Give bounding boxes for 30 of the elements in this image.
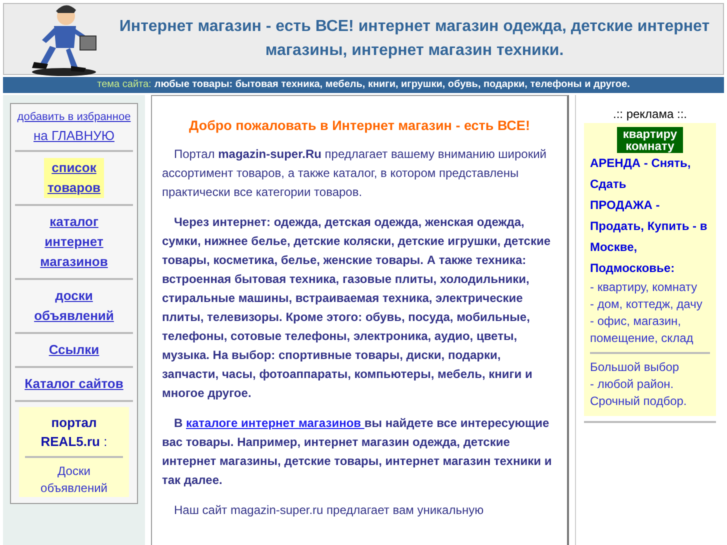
paragraph: Через интернет: одежда, детская одежда, женская одежда, сумки, нижнее белье, детские коляски, детские игрушки, детские товары, косметика, белье, женские товары. А также техника: встроенная бытовая техника, газовые плиты, холодильники, стиральные машины, встраиваемая техника, электрические плиты, телевизоры. Кроме этого: обувь, посуда, мобильные, телефоны, сотовые телефоны, электроника, аудио, цветы, музыка. На выбор: спортивные товары, диски, подарки, запчасти, часы, фотоаппараты, компьютеры, мебель, книги и многое другое. (162, 214, 552, 402)
apartment-banner[interactable]: квартиру комнату (616, 127, 684, 153)
ad-item: - офис, магазин, помещение, склад (590, 313, 694, 347)
topic-text: любые товары: бытовая техника, мебель, книги, игрушки, обувь, подарки, телефоны и другое. (154, 79, 630, 90)
ad-item: - квартиру, комнату (590, 279, 698, 296)
ad-headline: АРЕНДА - Снять, Сдать (590, 155, 692, 193)
portal-link[interactable]: Доски объявлений (34, 463, 114, 497)
home-link[interactable]: на ГЛАВНУЮ (34, 127, 114, 145)
portal-title: портал (51, 414, 97, 432)
welcome-heading: Добро пожаловать в Интернет магазин - есть ВСЕ! (188, 118, 531, 133)
ad-item: - дом, коттедж, дачу (590, 296, 704, 313)
ad-caption: .:: реклама ::. (612, 106, 688, 123)
paragraph: Портал magazin-super.Ru предлагает вашему вниманию широкий ассортимент товаров, а также каталог, в котором представлены практически все категории товаров. (162, 146, 548, 201)
site-title: Интернет магазин - есть ВСЕ! интернет магазин одежда, детские интернет магазины, интернет магазин техники. (118, 17, 711, 61)
sidebar-link[interactable]: каталог интернет магазинов (19, 212, 129, 272)
catalog-link[interactable]: каталоге интернет магазинов (186, 416, 364, 430)
topic-label: тема сайта: (97, 79, 152, 90)
sidebar-link[interactable]: Ссылки (48, 340, 100, 360)
sidebar-link[interactable]: Каталог сайтов (24, 374, 124, 394)
ad-text: - любой район. (590, 376, 675, 393)
ad-text: Срочный подбор. (590, 393, 688, 410)
paragraph: Наш сайт magazin-super.ru предлагает вам уникальную (173, 502, 485, 519)
ad-text: Большой выбор (590, 359, 680, 376)
ad-headline: ПРОДАЖА - Продать, Купить - в Москве, Подмосковье: (590, 197, 708, 277)
add-favorite-link[interactable]: добавить в избранное (15, 110, 133, 125)
portal-name: REAL5.ru (40, 434, 100, 449)
paragraph: В каталоге интернет магазинов вы найдете все интересующие вас товары. Например, интернет магазин одежда, детские интернет магазины, детские товары, интернет магазин техники и так далее. (162, 415, 553, 489)
portal-colon: : (104, 434, 108, 449)
sidebar-link[interactable]: доски объявлений (19, 286, 129, 326)
sidebar-link[interactable]: список товаров (44, 158, 104, 198)
